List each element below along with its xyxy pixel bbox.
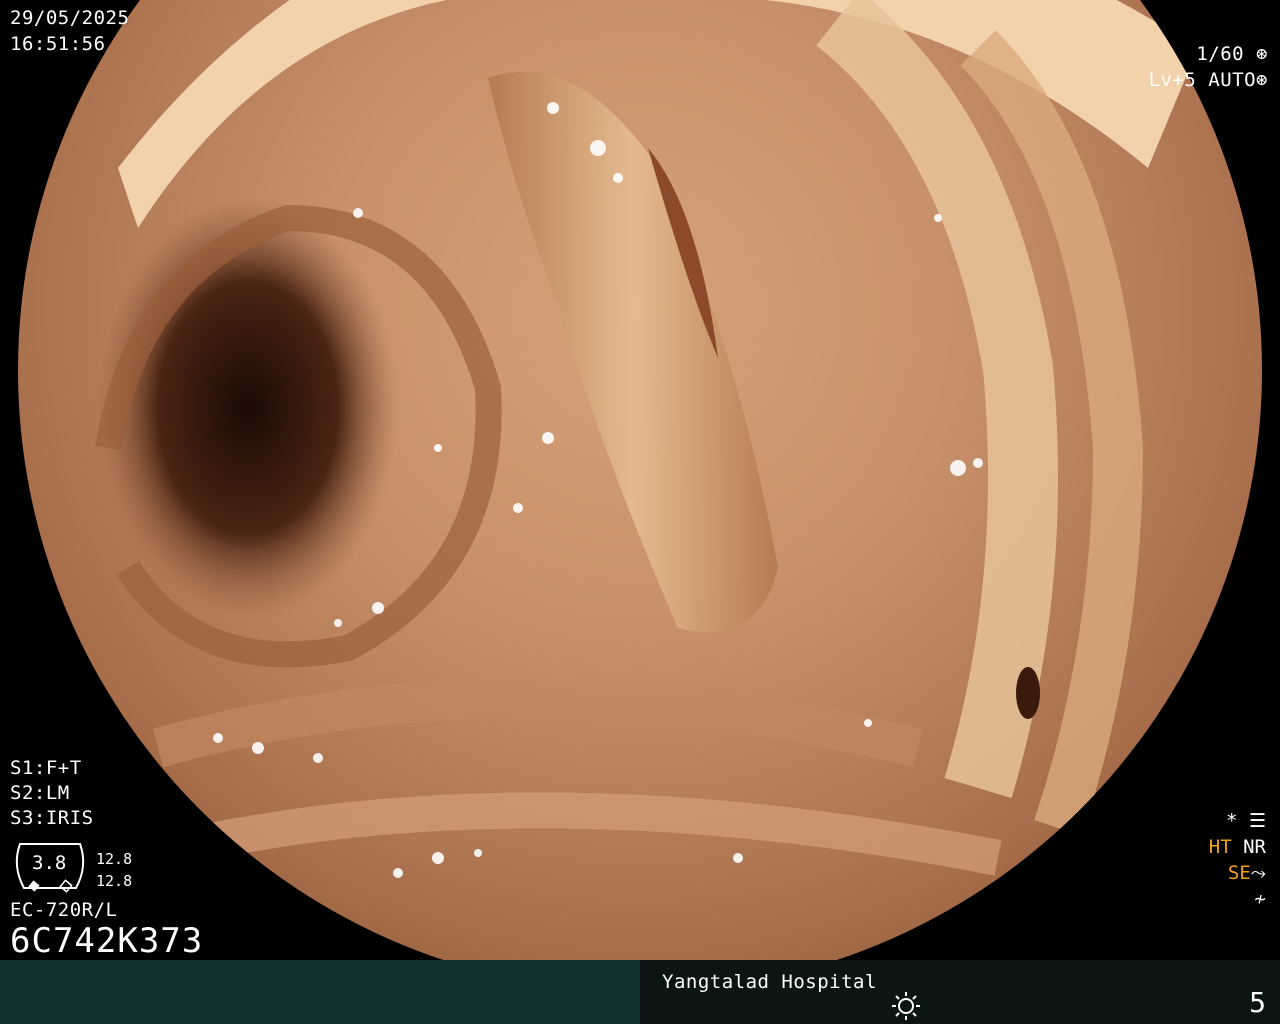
gauge-lower: 12.8	[96, 872, 133, 890]
preset-item: S2:LM	[10, 782, 70, 804]
mode-value: AUTO	[1208, 69, 1257, 91]
date-display: 29/05/2025	[10, 7, 130, 29]
hospital-name: Yangtalad Hospital	[662, 971, 877, 993]
curve-icon: ⤳	[1250, 862, 1266, 884]
gauge-indicator: 3.8	[10, 838, 92, 894]
ht-indicator: HT	[1208, 836, 1232, 858]
processing-status: * ☰ HT NR SE⤳ ≁	[1209, 808, 1266, 912]
level-value: Lv+5	[1148, 69, 1197, 91]
time-display: 16:51:56	[10, 33, 106, 55]
nr-indicator: NR	[1243, 836, 1266, 858]
gauge-readout: 12.8 12.8	[96, 848, 132, 892]
star-indicator: *	[1226, 810, 1238, 832]
shutter-speed: 1/60 ⊛	[1196, 42, 1268, 66]
image-number: 5	[1249, 986, 1266, 1019]
scope-model: EC-720R/L	[10, 899, 118, 921]
gauge-upper: 12.8	[96, 850, 133, 868]
sun-icon	[892, 992, 920, 1020]
shutter-value: 1/60	[1196, 43, 1245, 65]
tissue-illustration	[95, 0, 1233, 878]
settings-icon: ☰	[1248, 810, 1266, 832]
aperture-icon: ⊛	[1256, 43, 1268, 65]
aperture-icon: ⊛	[1256, 69, 1268, 91]
preset-list: S1:F+T S2:LM S3:IRIS	[10, 756, 94, 831]
exposure-level: Lv+5 AUTO⊛	[1149, 68, 1268, 92]
gauge-value: 3.8	[32, 852, 67, 874]
zigzag-icon: ≁	[1254, 888, 1266, 910]
endoscope-view	[18, 0, 1262, 992]
se-indicator: SE	[1227, 862, 1251, 884]
scope-serial: 6C742K373	[10, 921, 204, 961]
footer-left-panel	[0, 960, 640, 1024]
preset-item: S3:IRIS	[10, 807, 94, 829]
preset-item: S1:F+T	[10, 757, 82, 779]
